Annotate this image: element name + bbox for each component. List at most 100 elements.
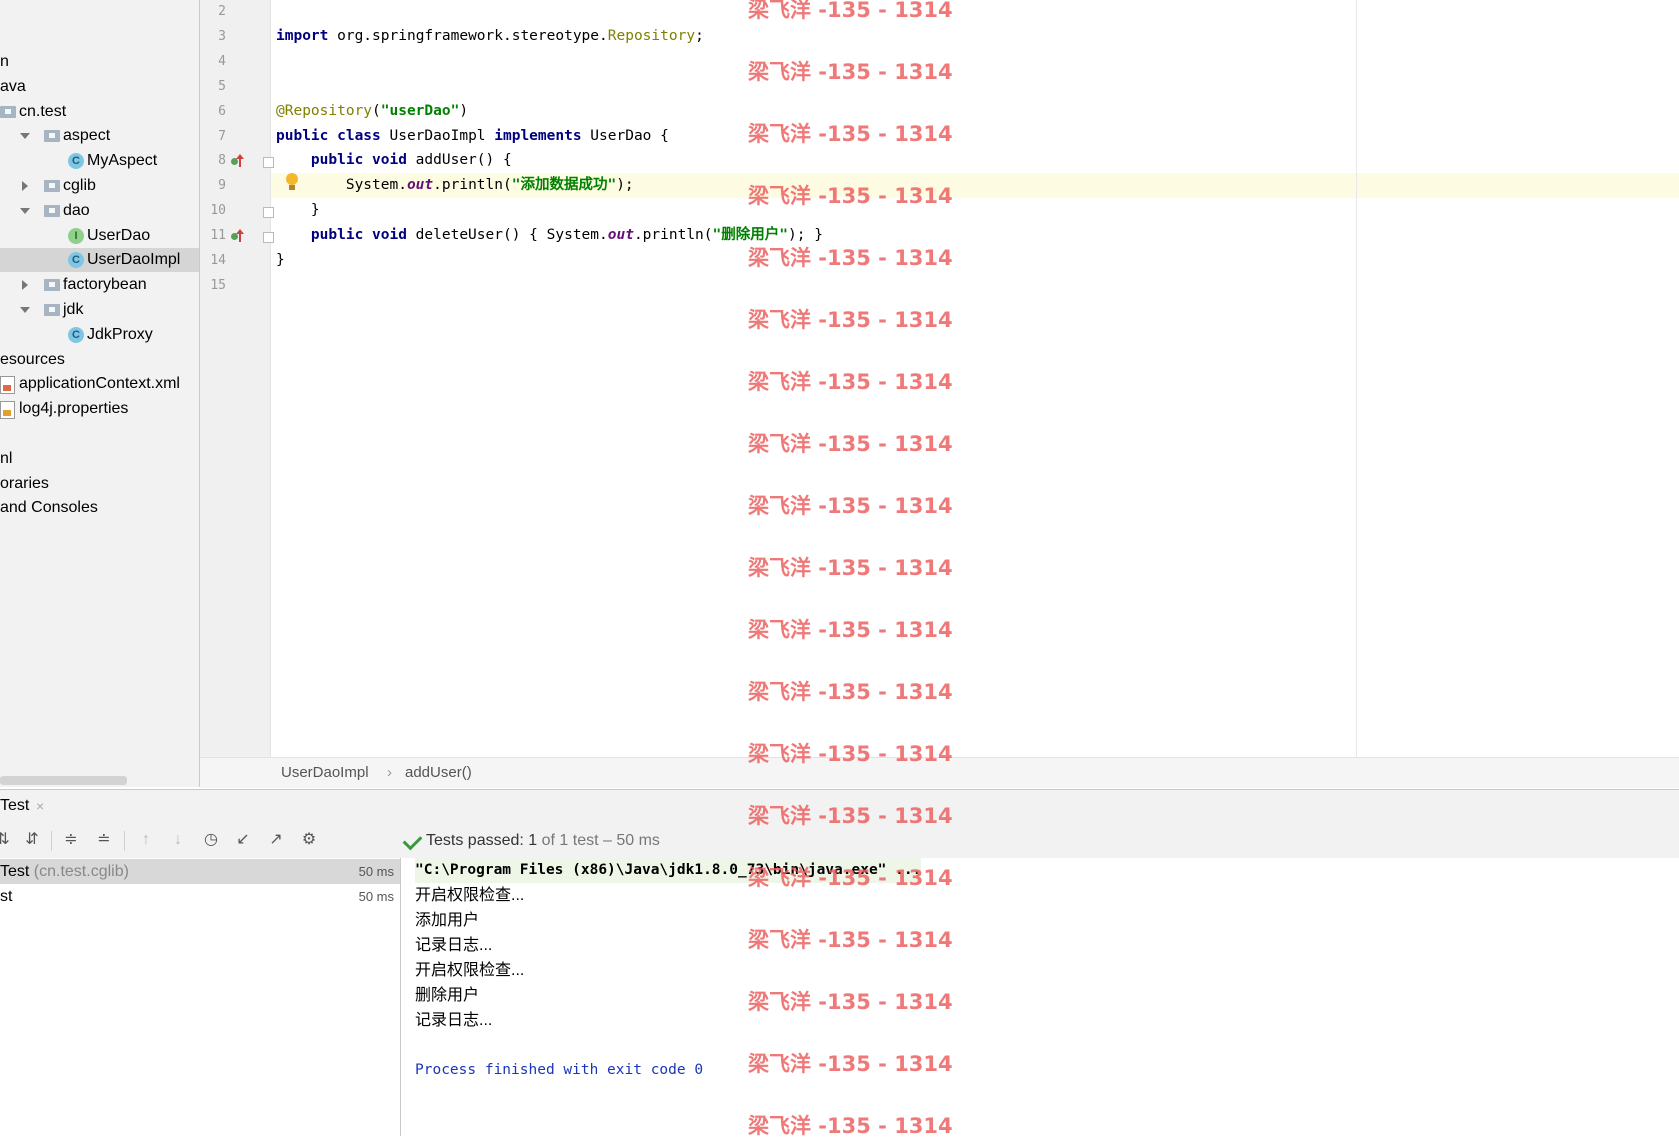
tree-item-label: ava — [0, 77, 26, 95]
tree-item[interactable]: C UserDaoImpl — [0, 248, 199, 273]
tree-item[interactable]: nl — [0, 447, 199, 471]
tree-item[interactable]: cn.test — [0, 100, 199, 124]
project-tool-window: n ava cn.test aspect C MyAspect cglib dao I UserD… — [0, 0, 200, 787]
code-token: import — [276, 27, 329, 44]
tree-item[interactable]: dao — [0, 199, 199, 223]
console-line: 开启权限检查... — [415, 887, 525, 904]
tree-item[interactable] — [0, 422, 199, 446]
code-token: Repository — [607, 27, 696, 44]
implements-method-icon[interactable] — [231, 154, 245, 168]
breadcrumb-method[interactable]: addUser() — [405, 758, 472, 788]
interface-icon: I — [68, 227, 84, 244]
class-icon: C — [68, 326, 84, 343]
right-margin-guide — [1356, 0, 1357, 757]
import-tests-icon[interactable]: ↙ — [232, 829, 254, 851]
fold-end-icon[interactable] — [263, 207, 274, 218]
implements-method-icon[interactable] — [231, 229, 245, 243]
code-line[interactable]: public class UserDaoImpl implements User… — [276, 124, 669, 149]
next-failed-icon[interactable]: ↓ — [167, 829, 189, 851]
tree-item[interactable]: factorybean — [0, 273, 199, 297]
code-line[interactable]: } — [276, 248, 285, 273]
code-line[interactable]: public void deleteUser() { System.out.pr… — [276, 223, 823, 248]
collapse-all-icon[interactable]: ≐ — [93, 829, 115, 851]
tree-item[interactable]: esources — [0, 348, 199, 372]
class-icon: C — [68, 153, 84, 170]
tree-item-label: jdk — [63, 301, 84, 318]
tree-item[interactable]: jdk — [0, 298, 199, 322]
fold-collapse-icon[interactable] — [263, 157, 274, 168]
code-line[interactable]: public void addUser() { — [276, 148, 512, 173]
previous-failed-icon[interactable]: ↑ — [135, 829, 157, 851]
test-row[interactable]: st 50 ms — [0, 884, 400, 909]
tree-item[interactable]: applicationContext.xml — [0, 372, 199, 396]
status-suffix: of 1 test – 50 ms — [537, 832, 660, 849]
breadcrumb-separator: › — [387, 764, 392, 781]
line-number: 10 — [210, 203, 226, 219]
code-token: UserDao { — [581, 127, 669, 144]
code-token: public class — [276, 127, 381, 144]
console-command-line: "C:\Program Files (x86)\Java\jdk1.8.0_73… — [415, 858, 922, 883]
sort-alpha-icon[interactable]: ⇅ — [0, 829, 14, 851]
package-folder-icon — [0, 105, 16, 118]
code-token: System. — [276, 177, 407, 194]
code-token: "删除用户" — [712, 227, 788, 244]
code-token: } — [276, 202, 320, 219]
code-token: public void — [310, 227, 407, 244]
line-number: 7 — [218, 128, 226, 144]
tree-item-label: aspect — [63, 127, 111, 145]
line-number: 8 — [218, 153, 226, 169]
tree-item[interactable]: oraries — [0, 472, 199, 496]
console-output[interactable] — [401, 858, 1679, 1136]
code-token: public void — [310, 152, 407, 169]
tree-item-label: n — [0, 53, 9, 70]
code-token: ; — [695, 27, 704, 44]
line-number: 3 — [218, 28, 226, 44]
code-token: out — [607, 227, 634, 244]
chevron-down-icon[interactable] — [20, 307, 30, 313]
close-icon[interactable]: × — [36, 795, 44, 817]
run-tool-window-header — [0, 789, 1679, 824]
export-tests-icon[interactable]: ↗ — [265, 829, 287, 851]
tree-item-label: UserDao — [87, 226, 151, 244]
tree-item[interactable]: n — [0, 50, 199, 74]
code-line[interactable]: import org.springframework.stereotype.Re… — [276, 24, 704, 49]
tree-item[interactable]: C MyAspect — [0, 149, 199, 173]
tree-item-label: esources — [0, 350, 65, 368]
line-number: 9 — [218, 178, 226, 194]
expand-all-icon[interactable]: ≑ — [60, 829, 82, 851]
chevron-down-icon[interactable] — [20, 207, 30, 214]
chevron-right-icon[interactable] — [22, 280, 28, 291]
run-tab-label[interactable]: Test — [0, 795, 29, 817]
tree-item-label: JdkProxy — [87, 325, 153, 343]
tree-item[interactable]: aspect — [0, 124, 199, 148]
chevron-right-icon[interactable] — [22, 181, 28, 191]
code-token: "userDao" — [380, 102, 460, 119]
code-token: out — [406, 177, 434, 194]
test-duration: 50 ms — [358, 864, 394, 879]
tree-item[interactable]: and Consoles — [0, 496, 199, 520]
code-token: implements — [494, 127, 582, 144]
code-token: deleteUser() { System. — [406, 227, 608, 244]
fold-collapse-icon[interactable] — [263, 232, 274, 243]
code-line[interactable]: System.out.println("添加数据成功"); — [276, 173, 634, 198]
code-line[interactable]: @Repository("userDao") — [276, 99, 468, 124]
tree-item[interactable]: C JdkProxy — [0, 323, 199, 347]
project-horizontal-scrollbar[interactable] — [0, 776, 127, 785]
tree-item[interactable]: log4j.properties — [0, 397, 199, 421]
tree-item[interactable]: cglib — [0, 174, 199, 198]
test-history-icon[interactable]: ◷ — [200, 829, 222, 851]
tree-item[interactable]: I UserDao — [0, 224, 199, 248]
chevron-down-icon[interactable] — [20, 133, 30, 140]
line-number: 11 — [210, 228, 226, 244]
tree-item-label: nl — [0, 449, 13, 467]
sort-duration-icon[interactable]: ⇵ — [21, 829, 43, 851]
test-row[interactable]: Test (cn.test.cglib) 50 ms — [0, 859, 400, 884]
tree-item[interactable]: ava — [0, 75, 199, 99]
test-results-tree: Test (cn.test.cglib) 50 ms st 50 ms — [0, 858, 401, 1136]
breadcrumb-class[interactable]: UserDaoImpl — [281, 758, 369, 788]
code-line[interactable]: } — [276, 198, 320, 223]
code-token: org.springframework.stereotype. — [328, 27, 608, 44]
test-duration: 50 ms — [358, 889, 394, 904]
gear-icon[interactable]: ⚙ — [298, 829, 320, 851]
code-token: UserDaoImpl — [380, 127, 495, 144]
